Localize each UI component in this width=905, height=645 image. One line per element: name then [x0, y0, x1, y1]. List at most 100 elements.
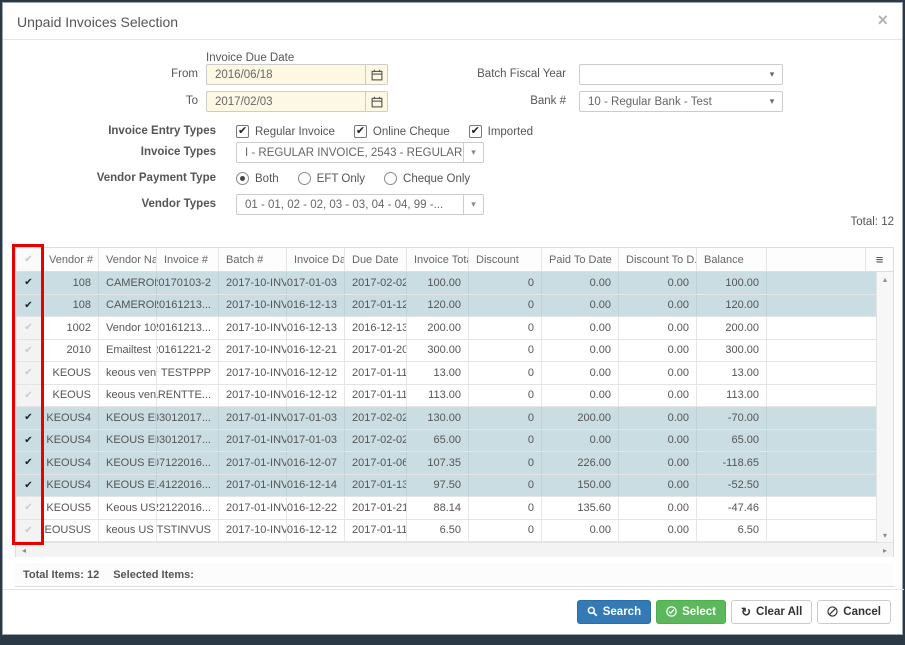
column-header[interactable]: Discount	[469, 248, 542, 271]
column-header[interactable]: Batch #	[219, 248, 287, 271]
row-filler	[767, 340, 878, 362]
column-header[interactable]: Invoice #	[157, 248, 219, 271]
cancel-button[interactable]: Cancel	[817, 600, 891, 624]
grid-cell: 2017-01-13	[345, 475, 407, 497]
clear-all-button[interactable]: ↻ Clear All	[731, 600, 812, 624]
checkbox-option[interactable]: Online Cheque	[354, 125, 450, 138]
checkbox-icon[interactable]	[236, 125, 249, 138]
grid-cell: 120.00	[697, 295, 767, 317]
column-header[interactable]: Invoice Total	[407, 248, 469, 271]
radio-option-label: Both	[255, 173, 279, 185]
table-row[interactable]: ✔1002Vendor 10...20161213...2017-10-INV.…	[16, 317, 878, 340]
row-checkbox[interactable]: ✔	[16, 475, 42, 497]
row-checkbox[interactable]: ✔	[16, 362, 42, 384]
close-icon[interactable]: ×	[877, 11, 888, 29]
radio-icon[interactable]	[384, 172, 397, 185]
radio-option[interactable]: Both	[236, 172, 279, 185]
grid-cell: 300.00	[697, 340, 767, 362]
grid-total-label: Total: 12	[851, 216, 894, 228]
table-row[interactable]: ✔2010Emailtest20161221-22017-10-INV...20…	[16, 340, 878, 363]
column-header[interactable]: Vendor #	[42, 248, 99, 271]
scroll-right-icon[interactable]: ▸	[877, 543, 893, 557]
column-header[interactable]: Discount To D...	[619, 248, 697, 271]
row-checkbox[interactable]: ✔	[16, 452, 42, 474]
chevron-down-icon: ▾	[762, 92, 782, 111]
bank-select[interactable]: 10 - Regular Bank - Test ▾	[579, 91, 783, 112]
table-row[interactable]: ✔KEOUSUSkeous USTSTINVUS2017-10-INV...20…	[16, 520, 878, 543]
horizontal-scrollbar[interactable]: ◂ ▸	[16, 542, 893, 557]
select-button[interactable]: Select	[656, 600, 726, 624]
total-items-label: Total Items: 12	[23, 569, 99, 581]
grid-header-filler	[767, 248, 865, 271]
table-row[interactable]: ✔KEOUSkeous ven...PARENTTE...2017-10-INV…	[16, 385, 878, 408]
checkbox-option[interactable]: Regular Invoice	[236, 125, 335, 138]
table-row[interactable]: ✔KEOUS4KEOUS EF...03012017...2017-01-INV…	[16, 407, 878, 430]
vendor-types-select[interactable]: 01 - 01, 02 - 02, 03 - 03, 04 - 04, 99 -…	[236, 194, 484, 215]
radio-icon[interactable]	[236, 172, 249, 185]
table-row[interactable]: ✔KEOUS4KEOUS EF...03012017...2017-01-INV…	[16, 430, 878, 453]
radio-option[interactable]: EFT Only	[298, 172, 365, 185]
radio-option[interactable]: Cheque Only	[384, 172, 470, 185]
grid-cell: 0.00	[619, 430, 697, 452]
column-header[interactable]: Due Date	[345, 248, 407, 271]
column-header[interactable]: Paid To Date	[542, 248, 619, 271]
grid-cell: KEOUS EF...	[99, 430, 157, 452]
vendor-payment-type-options: Both EFT Only Cheque Only	[236, 168, 470, 189]
row-checkbox[interactable]: ✔	[16, 520, 42, 542]
scroll-down-icon[interactable]: ▾	[877, 528, 893, 542]
row-checkbox[interactable]: ✔	[16, 407, 42, 429]
row-checkbox[interactable]: ✔	[16, 317, 42, 339]
radio-icon[interactable]	[298, 172, 311, 185]
grid-cell: 14122016...	[157, 475, 219, 497]
grid-cell: 2017-10-INV...	[219, 385, 287, 407]
column-header[interactable]: Vendor Na...	[99, 248, 157, 271]
table-row[interactable]: ✔KEOUS5Keous US ...22122016...2017-01-IN…	[16, 497, 878, 520]
grid-cell: 0.00	[542, 317, 619, 339]
row-checkbox[interactable]: ✔	[16, 497, 42, 519]
row-checkbox[interactable]: ✔	[16, 295, 42, 317]
row-filler	[767, 452, 878, 474]
table-row[interactable]: ✔KEOUS4KEOUS EF...14122016...2017-01-INV…	[16, 475, 878, 498]
table-row[interactable]: ✔KEOUSkeous ven...TESTPPP2017-10-INV...2…	[16, 362, 878, 385]
row-filler	[767, 295, 878, 317]
grid-cell: PARENTTE...	[157, 385, 219, 407]
grid-cell: 2017-02-02	[345, 430, 407, 452]
radio-option-label: Cheque Only	[403, 173, 470, 185]
checkbox-icon[interactable]	[469, 125, 482, 138]
table-row[interactable]: ✔108CAMERON...20161213...2017-10-INV...2…	[16, 295, 878, 318]
grid-cell: 113.00	[407, 385, 469, 407]
scroll-up-icon[interactable]: ▴	[877, 272, 893, 286]
row-filler	[767, 385, 878, 407]
column-header[interactable]: Balance	[697, 248, 767, 271]
invoice-types-select[interactable]: I - REGULAR INVOICE, 2543 - REGULAR INVO…	[236, 142, 484, 163]
grid-cell: 200.00	[697, 317, 767, 339]
batch-fiscal-year-select[interactable]: ▾	[579, 64, 783, 85]
grid-cell: 6.50	[697, 520, 767, 542]
table-row[interactable]: ✔KEOUS4KEOUS EF...07122016...2017-01-INV…	[16, 452, 878, 475]
column-menu-icon[interactable]: ≡	[865, 248, 893, 271]
grid-cell: 2010	[42, 340, 99, 362]
select-all-checkbox[interactable]: ✔	[16, 248, 42, 271]
grid-cell: 0.00	[619, 452, 697, 474]
vertical-scrollbar[interactable]: ▴ ▾	[876, 272, 893, 542]
grid-cell: 0	[469, 430, 542, 452]
scroll-left-icon[interactable]: ◂	[16, 543, 32, 557]
search-button[interactable]: Search	[577, 600, 651, 624]
column-header[interactable]: Invoice Da...	[287, 248, 345, 271]
search-icon	[587, 606, 598, 619]
table-row[interactable]: ✔108CAMERON...20170103-22017-10-INV...20…	[16, 272, 878, 295]
grid-cell: KEOUS EF...	[99, 452, 157, 474]
checkbox-option[interactable]: Imported	[469, 125, 533, 138]
grid-cell: 03012017...	[157, 407, 219, 429]
invoice-entry-types-label: Invoice Entry Types	[3, 121, 216, 142]
dialog-title: Unpaid Invoices Selection	[17, 14, 178, 30]
grid-cell: 200.00	[542, 407, 619, 429]
row-checkbox[interactable]: ✔	[16, 385, 42, 407]
checkbox-icon[interactable]	[354, 125, 367, 138]
row-checkbox[interactable]: ✔	[16, 272, 42, 294]
grid-cell: 130.00	[407, 407, 469, 429]
grid-cell: 6.50	[407, 520, 469, 542]
row-filler	[767, 362, 878, 384]
row-checkbox[interactable]: ✔	[16, 430, 42, 452]
row-checkbox[interactable]: ✔	[16, 340, 42, 362]
